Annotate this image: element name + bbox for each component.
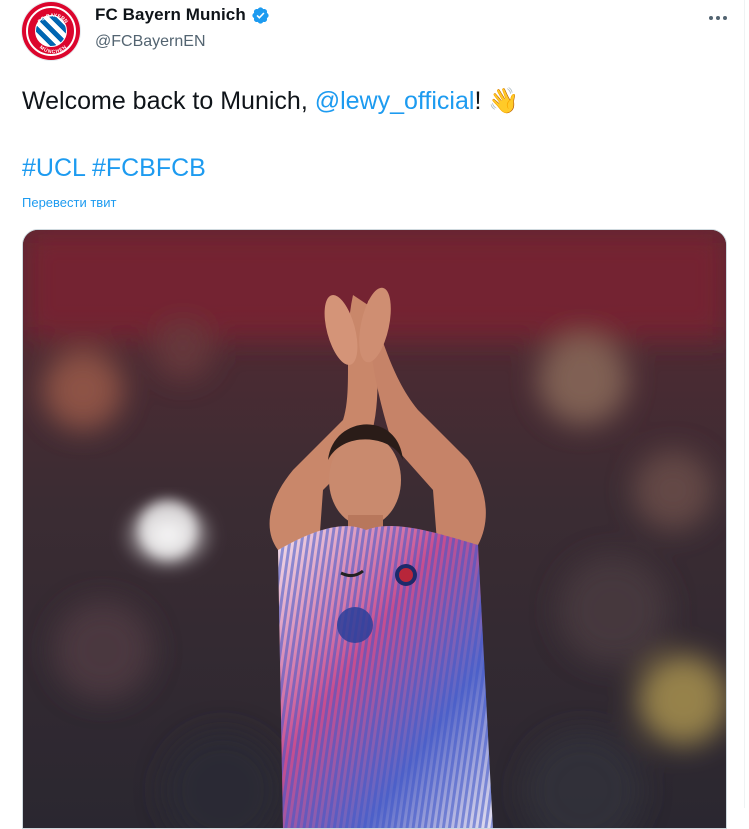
more-dot: [709, 16, 713, 20]
tweet-text-end: !: [474, 87, 489, 115]
verified-badge-icon: [252, 6, 269, 24]
tweet-text-start: Welcome back to Munich,: [22, 87, 315, 115]
account-name-row: FC Bayern Munich: [95, 5, 270, 25]
account-name[interactable]: FC Bayern Munich: [95, 5, 246, 25]
svg-text:FC BAYERN: FC BAYERN: [37, 13, 69, 25]
tweet-photo[interactable]: [22, 229, 727, 829]
avatar[interactable]: FC BAYERN MÜNCHEN: [22, 2, 80, 60]
translate-tweet-link[interactable]: Перевести твит: [22, 195, 116, 210]
mention-link[interactable]: @lewy_official: [315, 87, 475, 115]
hashtag-ucl-link[interactable]: #UCL: [22, 154, 85, 182]
hashtag-row: #UCL #FCBFCB: [22, 151, 206, 185]
crest-lettering: FC BAYERN MÜNCHEN: [37, 13, 69, 55]
svg-text:MÜNCHEN: MÜNCHEN: [38, 44, 68, 55]
more-dot: [723, 16, 727, 20]
more-dot: [716, 16, 720, 20]
more-options-icon[interactable]: [704, 8, 732, 28]
player-applauding-photo: [23, 230, 726, 828]
hashtag-fcbfcb-link[interactable]: #FCBFCB: [92, 154, 206, 182]
account-handle[interactable]: @FCBayernEN: [95, 33, 206, 51]
tweet-text: Welcome back to Munich, @lewy_official! …: [22, 84, 519, 118]
bayern-crest-icon: FC BAYERN MÜNCHEN: [26, 6, 76, 56]
waving-hand-emoji-icon: 👋: [488, 87, 520, 115]
timeline-border: [744, 0, 745, 808]
